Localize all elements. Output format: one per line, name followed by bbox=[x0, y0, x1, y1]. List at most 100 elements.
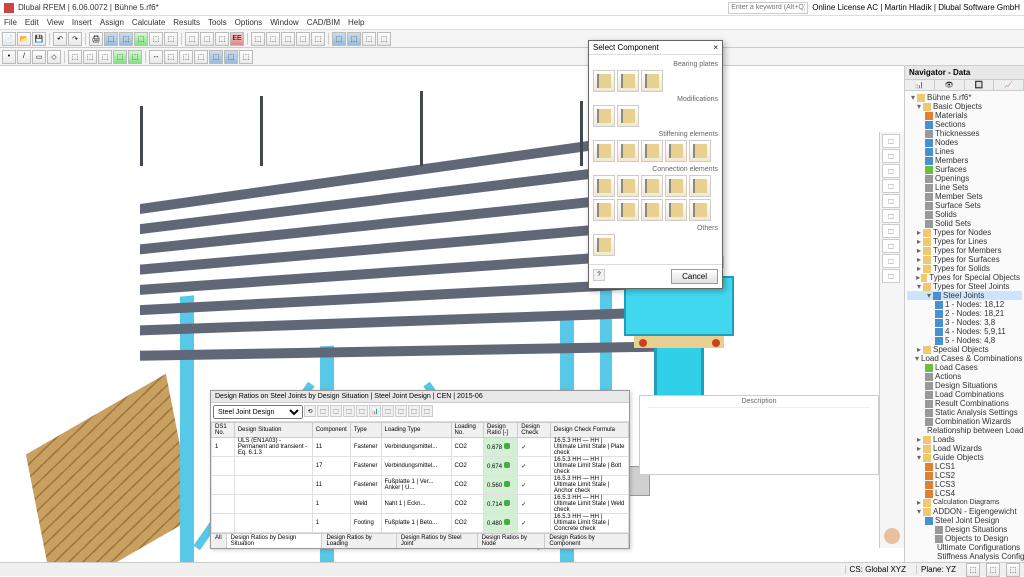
tool-button[interactable]: ⬚ bbox=[185, 32, 199, 46]
results-tool[interactable]: ⬚ bbox=[330, 405, 342, 417]
tree-item[interactable]: Surface Sets bbox=[907, 201, 1022, 210]
tool-button[interactable]: ⬚ bbox=[215, 32, 229, 46]
results-tool[interactable]: ⬚ bbox=[408, 405, 420, 417]
redo-button[interactable]: ↷ bbox=[68, 32, 82, 46]
tool-button[interactable]: ⬚ bbox=[296, 32, 310, 46]
tree-item[interactable]: Line Sets bbox=[907, 183, 1022, 192]
component-item[interactable] bbox=[593, 234, 615, 256]
component-item[interactable] bbox=[593, 70, 615, 92]
tool-button[interactable]: ⬚ bbox=[164, 32, 178, 46]
tree-item[interactable]: LCS4 bbox=[907, 489, 1022, 498]
tool-button[interactable]: ⬚ bbox=[68, 50, 82, 64]
results-tab[interactable]: Design Ratios by Design Situation bbox=[227, 534, 323, 548]
tool-button[interactable]: ⬚ bbox=[83, 50, 97, 64]
tree-item[interactable]: ▸Loads bbox=[907, 435, 1022, 444]
tree-item[interactable]: LCS3 bbox=[907, 480, 1022, 489]
tree-item[interactable]: Nodes bbox=[907, 138, 1022, 147]
undo-button[interactable]: ↶ bbox=[53, 32, 67, 46]
tree-item[interactable]: Static Analysis Settings bbox=[907, 408, 1022, 417]
tree-root[interactable]: ▾Bühne 5.rf6* bbox=[907, 93, 1022, 102]
tool-button[interactable]: EE bbox=[230, 32, 244, 46]
tree-basic[interactable]: ▾Basic Objects bbox=[907, 102, 1022, 111]
tree-item[interactable]: Openings bbox=[907, 174, 1022, 183]
tree-item[interactable]: 1 - Nodes: 18,12 bbox=[907, 300, 1022, 309]
view-tool[interactable]: ⬚ bbox=[882, 164, 900, 178]
nav-tab-display[interactable]: 👁 bbox=[935, 80, 965, 90]
tree-item[interactable]: ▸Load Wizards bbox=[907, 444, 1022, 453]
tool-button[interactable]: ⬚ bbox=[251, 32, 265, 46]
view-tool[interactable]: ⬚ bbox=[882, 239, 900, 253]
component-item[interactable] bbox=[665, 175, 687, 197]
results-tool[interactable]: ⬚ bbox=[382, 405, 394, 417]
menu-tools[interactable]: Tools bbox=[208, 18, 227, 27]
tree-item[interactable]: Design Situations bbox=[907, 381, 1022, 390]
results-tool[interactable]: ⬚ bbox=[395, 405, 407, 417]
component-item[interactable] bbox=[641, 199, 663, 221]
component-item[interactable] bbox=[641, 70, 663, 92]
results-tool[interactable]: ⬚ bbox=[356, 405, 368, 417]
tool-button[interactable]: ⬚ bbox=[119, 32, 133, 46]
col-header[interactable]: Design Check Formula bbox=[550, 423, 628, 438]
tree-item[interactable]: Relationship between Load Cases bbox=[907, 426, 1022, 435]
tree-item[interactable]: ▾Load Cases & Combinations bbox=[907, 354, 1022, 363]
tool-button[interactable]: ⬚ bbox=[239, 50, 253, 64]
col-header[interactable]: Type bbox=[350, 423, 381, 438]
tree-item[interactable]: ▸Types for Lines bbox=[907, 237, 1022, 246]
print-button[interactable]: 🖨 bbox=[89, 32, 103, 46]
tool-button[interactable]: ⬚ bbox=[347, 32, 361, 46]
component-item[interactable] bbox=[665, 199, 687, 221]
results-tab[interactable]: Design Ratios by Loading bbox=[322, 534, 396, 548]
results-tab[interactable]: Design Ratios by Component bbox=[545, 534, 629, 548]
col-header[interactable]: Component bbox=[312, 423, 350, 438]
results-tab[interactable]: Design Ratios by Steel Joint bbox=[397, 534, 478, 548]
tree-item[interactable]: Steel Joint Design bbox=[907, 516, 1022, 525]
tree-item[interactable]: Member Sets bbox=[907, 192, 1022, 201]
col-header[interactable]: Design Situation bbox=[234, 423, 312, 438]
tool-button[interactable]: ⬚ bbox=[98, 50, 112, 64]
results-table[interactable]: DS1 No. Design Situation Component Type … bbox=[211, 422, 629, 533]
menu-help[interactable]: Help bbox=[348, 18, 364, 27]
tree-item[interactable]: Solid Sets bbox=[907, 219, 1022, 228]
view-tool[interactable]: ⬚ bbox=[882, 269, 900, 283]
col-header[interactable]: Loading No. bbox=[451, 423, 483, 438]
open-button[interactable]: 📂 bbox=[17, 32, 31, 46]
user-avatar[interactable] bbox=[884, 528, 900, 544]
tool-button[interactable]: ⬚ bbox=[200, 32, 214, 46]
component-item[interactable] bbox=[617, 70, 639, 92]
col-header[interactable]: Design Ratio [-] bbox=[484, 423, 518, 438]
tree-item[interactable]: Materials bbox=[907, 111, 1022, 120]
nav-tab-views[interactable]: 🔲 bbox=[965, 80, 995, 90]
search-input[interactable] bbox=[728, 2, 808, 14]
tree-item[interactable]: Result Combinations bbox=[907, 399, 1022, 408]
status-tool[interactable]: ⬚ bbox=[966, 563, 980, 577]
tree-item[interactable]: 3 - Nodes: 3,8 bbox=[907, 318, 1022, 327]
tool-button[interactable]: ⬚ bbox=[332, 32, 346, 46]
view-tool[interactable]: ⬚ bbox=[882, 179, 900, 193]
results-tool[interactable]: ⬚ bbox=[421, 405, 433, 417]
component-item[interactable] bbox=[689, 175, 711, 197]
component-item[interactable] bbox=[689, 199, 711, 221]
tool-button[interactable]: ⬚ bbox=[113, 50, 127, 64]
component-item[interactable] bbox=[593, 175, 615, 197]
component-item[interactable] bbox=[593, 199, 615, 221]
component-item[interactable] bbox=[689, 140, 711, 162]
tree-item[interactable]: LCS1 bbox=[907, 462, 1022, 471]
menu-window[interactable]: Window bbox=[270, 18, 298, 27]
table-row[interactable]: 1FootingFußplatte 1 | Beto...CO20.480 ✓1… bbox=[212, 514, 629, 533]
tool-button[interactable]: ⬚ bbox=[194, 50, 208, 64]
results-tool[interactable]: ⬚ bbox=[343, 405, 355, 417]
tool-button[interactable]: ⬚ bbox=[104, 32, 118, 46]
results-dropdown[interactable]: Steel Joint Design bbox=[213, 405, 303, 419]
tool-button[interactable]: ⬚ bbox=[149, 32, 163, 46]
view-tool[interactable]: ⬚ bbox=[882, 149, 900, 163]
tool-button[interactable]: / bbox=[17, 50, 31, 64]
save-button[interactable]: 💾 bbox=[32, 32, 46, 46]
component-item[interactable] bbox=[665, 140, 687, 162]
col-header[interactable]: Loading Type bbox=[381, 423, 451, 438]
component-item[interactable] bbox=[617, 105, 639, 127]
results-tool[interactable]: ⟲ bbox=[304, 405, 316, 417]
results-tool[interactable]: ⬚ bbox=[317, 405, 329, 417]
menu-edit[interactable]: Edit bbox=[25, 18, 39, 27]
component-item[interactable] bbox=[617, 140, 639, 162]
tool-button[interactable]: ⬚ bbox=[179, 50, 193, 64]
